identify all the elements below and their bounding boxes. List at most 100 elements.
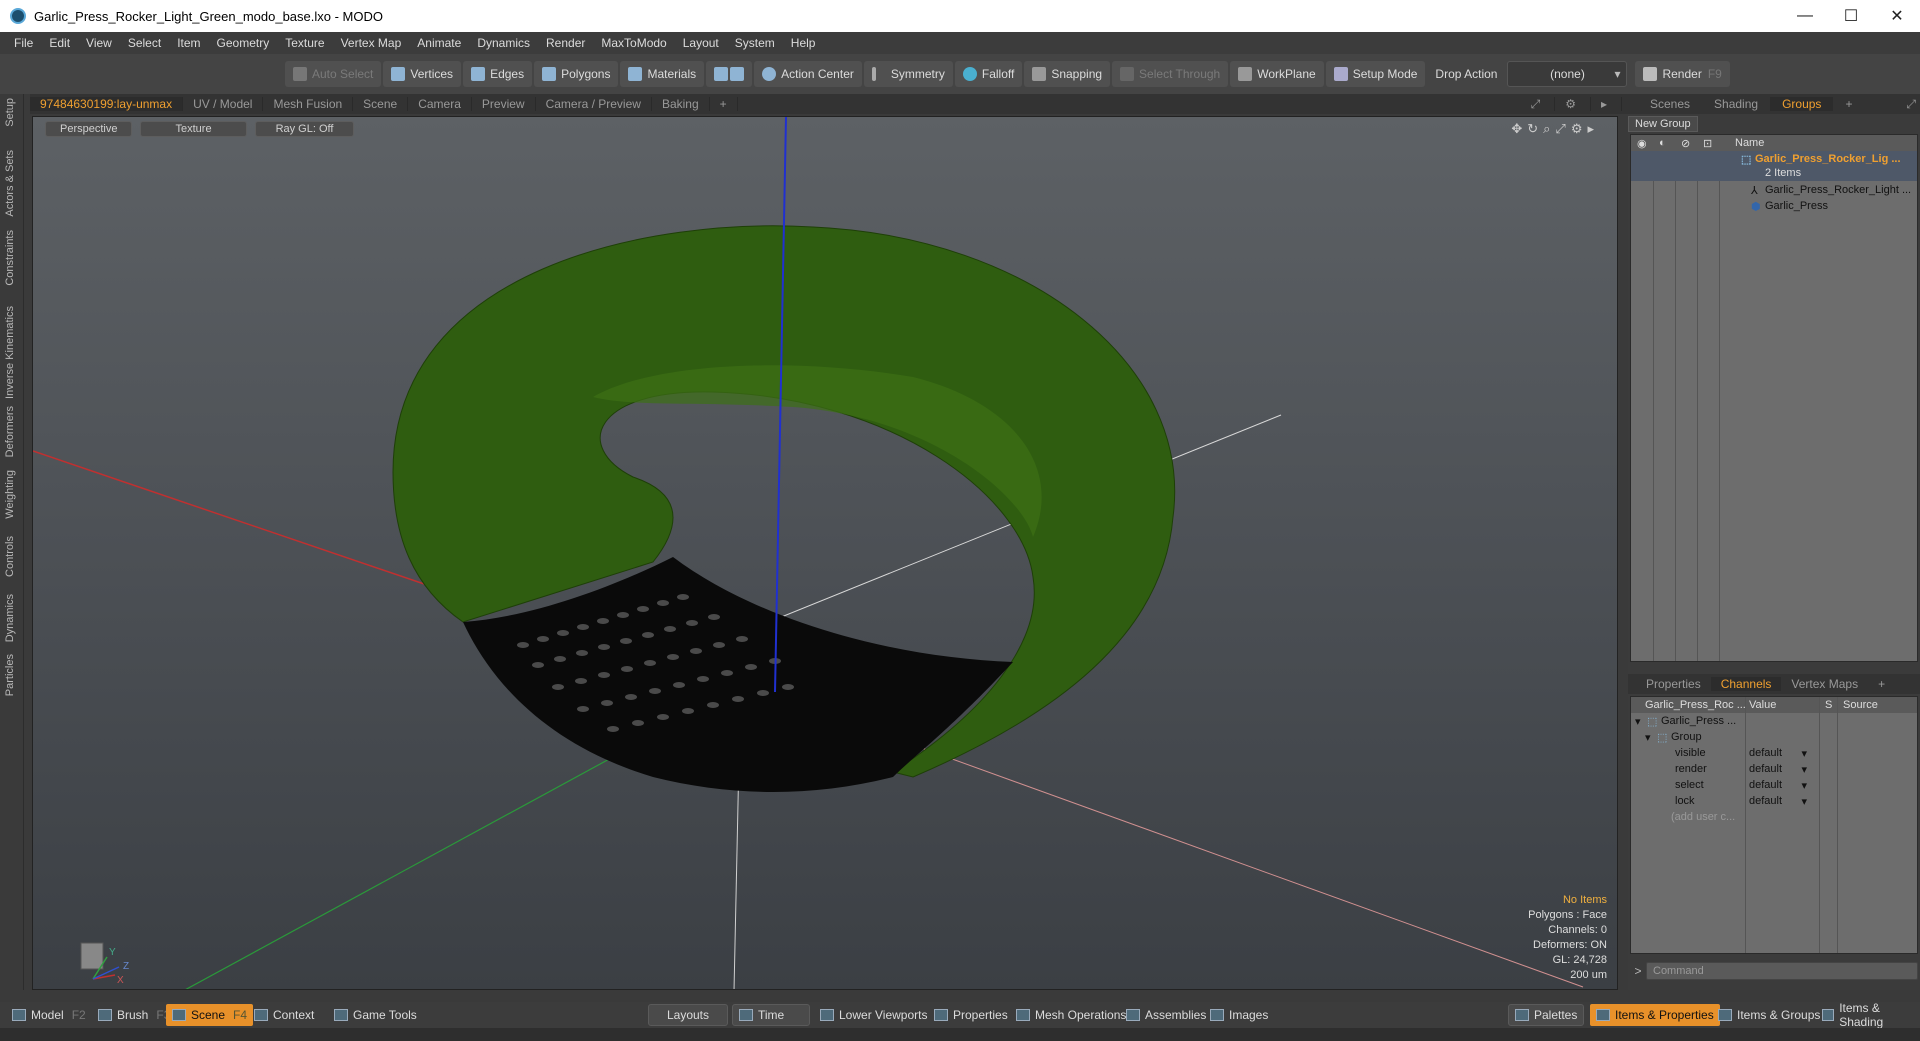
menu-system[interactable]: System: [727, 36, 783, 50]
tab-baking[interactable]: Baking: [652, 97, 710, 111]
render-button[interactable]: Render F9: [1635, 61, 1730, 87]
menu-item[interactable]: Item: [169, 36, 208, 50]
model-layout-button[interactable]: Model F2: [6, 1004, 92, 1026]
right-expand-icon[interactable]: ⤢: [1906, 97, 1916, 112]
tab-dynamics[interactable]: Dynamics: [4, 594, 16, 642]
channel-row[interactable]: select default: [1631, 777, 1917, 793]
menu-layout[interactable]: Layout: [675, 36, 727, 50]
items-groups-button[interactable]: Items & Groups: [1712, 1004, 1826, 1026]
rotate-icon[interactable]: ↻: [1527, 121, 1543, 136]
tab-lay-unmax[interactable]: 97484630199:lay-unmax: [30, 97, 184, 111]
tab-shading[interactable]: Shading: [1702, 97, 1770, 111]
falloff-button[interactable]: Falloff: [954, 61, 1023, 87]
viewport-gear-icon[interactable]: ⚙: [1571, 121, 1588, 136]
fit-icon[interactable]: ⤢: [1555, 121, 1570, 136]
images-button[interactable]: Images: [1204, 1004, 1274, 1026]
viewport-chevron-icon[interactable]: ▸: [1587, 121, 1599, 136]
tab-setup[interactable]: Setup: [4, 98, 16, 127]
drop-action-dropdown[interactable]: (none): [1507, 61, 1628, 87]
workplane-button[interactable]: WorkPlane: [1230, 61, 1324, 87]
tab-actors-sets[interactable]: Actors & Sets: [4, 150, 16, 217]
tab-groups[interactable]: Groups: [1770, 97, 1834, 111]
add-props-tab[interactable]: +: [1868, 677, 1895, 691]
channel-value-dropdown[interactable]: default: [1749, 747, 1807, 760]
tab-scene[interactable]: Scene: [353, 97, 409, 111]
game-tools-layout-button[interactable]: Game Tools: [328, 1004, 423, 1026]
menu-vertex-map[interactable]: Vertex Map: [333, 36, 410, 50]
menu-maxtomodo[interactable]: MaxToModo: [593, 36, 674, 50]
polygons-button[interactable]: Polygons: [534, 61, 619, 87]
add-tab-button[interactable]: +: [710, 97, 738, 111]
channel-row[interactable]: render default: [1631, 761, 1917, 777]
layouts-button[interactable]: Layouts: [648, 1004, 728, 1026]
lock-col-icon[interactable]: ⊘: [1681, 137, 1703, 150]
channel-value-dropdown[interactable]: default: [1749, 763, 1807, 776]
group-child-row[interactable]: ⅄ Garlic_Press_Rocker_Light ...: [1631, 183, 1917, 199]
shading-dropdown[interactable]: Texture: [140, 121, 247, 137]
menu-dynamics[interactable]: Dynamics: [469, 36, 538, 50]
items-shading-button[interactable]: Items & Shading: [1816, 1001, 1920, 1029]
tab-mesh-fusion[interactable]: Mesh Fusion: [263, 97, 354, 111]
menu-geometry[interactable]: Geometry: [209, 36, 278, 50]
tab-scenes[interactable]: Scenes: [1638, 97, 1702, 111]
new-group-button[interactable]: New Group: [1628, 116, 1698, 132]
element-mode-button[interactable]: [706, 61, 753, 87]
assemblies-button[interactable]: Assemblies: [1120, 1004, 1212, 1026]
snapping-button[interactable]: Snapping: [1024, 61, 1111, 87]
context-layout-button[interactable]: Context: [248, 1004, 320, 1026]
menu-select[interactable]: Select: [120, 36, 169, 50]
expand-triangle-icon[interactable]: ▾: [1645, 731, 1651, 744]
eye-icon[interactable]: ◉: [1637, 137, 1659, 150]
properties-button[interactable]: Properties: [928, 1004, 1014, 1026]
edges-button[interactable]: Edges: [463, 61, 533, 87]
menu-file[interactable]: File: [6, 36, 41, 50]
setup-mode-button[interactable]: Setup Mode: [1325, 61, 1426, 87]
tab-controls[interactable]: Controls: [4, 536, 16, 577]
tab-deformers[interactable]: Deformers: [4, 406, 16, 457]
tab-camera-preview[interactable]: Camera / Preview: [536, 97, 652, 111]
tab-properties[interactable]: Properties: [1636, 677, 1711, 691]
command-input[interactable]: Command: [1646, 962, 1918, 980]
zoom-icon[interactable]: ⌕: [1543, 121, 1555, 136]
materials-button[interactable]: Materials: [620, 61, 705, 87]
channel-row[interactable]: lock default: [1631, 793, 1917, 809]
expand-icon[interactable]: ⤢: [1520, 96, 1556, 111]
close-button[interactable]: ✕: [1874, 0, 1920, 32]
symmetry-button[interactable]: Symmetry: [863, 61, 953, 87]
tab-inverse-kinematics[interactable]: Inverse Kinematics: [4, 306, 16, 399]
group-child-row[interactable]: ⬢ Garlic_Press: [1631, 199, 1917, 215]
minimize-button[interactable]: —: [1782, 0, 1828, 32]
menu-texture[interactable]: Texture: [277, 36, 332, 50]
menu-view[interactable]: View: [78, 36, 120, 50]
scene-layout-button[interactable]: Scene F4: [166, 1004, 254, 1026]
tab-vertex-maps[interactable]: Vertex Maps: [1781, 677, 1868, 691]
channel-value-dropdown[interactable]: default: [1749, 795, 1807, 808]
add-right-tab[interactable]: +: [1833, 97, 1864, 111]
tab-preview[interactable]: Preview: [472, 97, 536, 111]
expand-triangle-icon[interactable]: ▾: [1635, 715, 1641, 728]
maximize-button[interactable]: ☐: [1828, 0, 1874, 32]
pan-icon[interactable]: ✥: [1511, 121, 1527, 136]
auto-select-button[interactable]: Auto Select: [285, 61, 382, 87]
time-button[interactable]: Time: [732, 1004, 810, 1026]
channel-row[interactable]: visible default: [1631, 745, 1917, 761]
menu-help[interactable]: Help: [783, 36, 824, 50]
menu-animate[interactable]: Animate: [409, 36, 469, 50]
items-properties-button[interactable]: Items & Properties: [1590, 1004, 1720, 1026]
tab-weighting[interactable]: Weighting: [4, 470, 16, 519]
tab-uv-model[interactable]: UV / Model: [183, 97, 264, 111]
channel-row-root[interactable]: ▾ ⬚ Garlic_Press ...: [1631, 713, 1917, 729]
group-row-root[interactable]: ⬚ Garlic_Press_Rocker_Lig ... 2 Items: [1631, 151, 1917, 181]
tab-camera[interactable]: Camera: [408, 97, 472, 111]
3d-viewport[interactable]: Y Z X Perspective Texture Ray GL: Off ✥↻…: [32, 116, 1618, 990]
mesh-operations-button[interactable]: Mesh Operations: [1010, 1004, 1132, 1026]
menu-render[interactable]: Render: [538, 36, 593, 50]
palettes-button[interactable]: Palettes: [1508, 1004, 1585, 1026]
select-col-icon[interactable]: ⊡: [1703, 137, 1725, 150]
vertices-button[interactable]: Vertices: [383, 61, 462, 87]
select-through-button[interactable]: Select Through: [1112, 61, 1229, 87]
gear-icon[interactable]: ⚙: [1555, 96, 1591, 111]
chevron-right-icon[interactable]: ▸: [1590, 96, 1622, 111]
brush-layout-button[interactable]: Brush F3: [92, 1004, 176, 1026]
tab-particles[interactable]: Particles: [4, 654, 16, 696]
